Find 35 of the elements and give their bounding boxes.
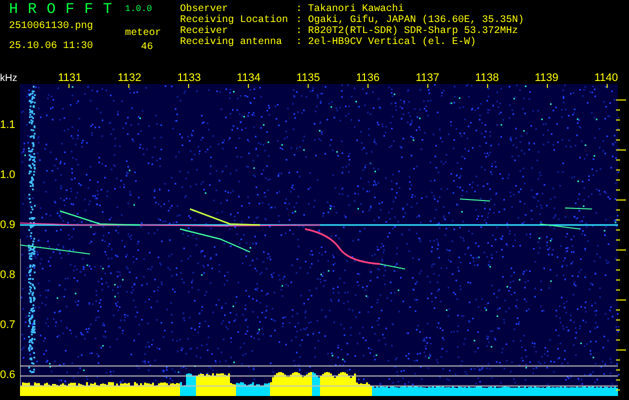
info-separator: : (296, 15, 304, 26)
info-label: Observer (180, 4, 228, 15)
time-axis-label: 1136 (356, 73, 380, 84)
info-value: 2el-HB9CV Vertical (el. E-W) (308, 37, 476, 48)
frequency-axis-label: 1.0 (0, 170, 16, 180)
time-axis-label: 1132 (118, 73, 142, 84)
time-axis-label: 1139 (534, 73, 558, 84)
time-axis-label: 1138 (475, 73, 499, 84)
unit-label: kHz (0, 73, 18, 84)
time-axis-label: 1135 (296, 73, 320, 84)
frequency-axis-label: 0.6 (0, 370, 16, 380)
meteor-count: 46 (141, 42, 154, 53)
frequency-axis-label: 0.7 (0, 320, 16, 330)
info-label: Receiving Location (180, 15, 290, 26)
meteor-label: meteor (125, 28, 162, 39)
info-label: Receiving antenna (180, 37, 284, 48)
timestamp: 25.10.06 11:30 (9, 41, 94, 52)
frequency-axis-label: 0.8 (0, 270, 16, 280)
time-axis-label: 1137 (416, 73, 440, 84)
info-separator: : (296, 4, 304, 15)
info-value: Ogaki, Gifu, JAPAN (136.60E, 35.35N) (308, 15, 524, 26)
time-axis-label: 1134 (236, 73, 260, 84)
info-value: Takanori Kawachi (308, 4, 404, 15)
frequency-axis-label: 0.9 (0, 220, 16, 230)
info-label: Receiver (180, 26, 228, 37)
time-axis-label: 1131 (58, 73, 82, 84)
frequency-axis-label: 1.1 (0, 120, 16, 130)
file-name: 2510061130.png (9, 21, 94, 32)
info-separator: : (296, 26, 304, 37)
version-label: 1.0.0 (125, 4, 152, 14)
info-separator: : (296, 37, 304, 48)
time-axis-label: 1133 (177, 73, 201, 84)
time-axis-label: 1140 (594, 73, 618, 84)
info-value: R820T2(RTL-SDR) SDR-Sharp 53.372MHz (308, 26, 518, 37)
app-title: H R O F F T (9, 2, 114, 18)
